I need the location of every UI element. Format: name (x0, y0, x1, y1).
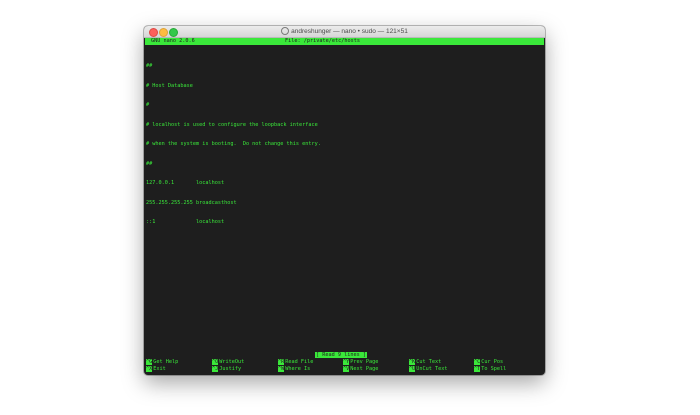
nano-header-bar: GNU nano 2.0.6 File: /private/etc/hosts (145, 38, 544, 45)
shortcut-label: Prev Page (350, 359, 379, 365)
window-title: andreshunger — nano • sudo — 121×51 (291, 28, 408, 35)
home-folder-icon (281, 26, 290, 35)
shortcut-label: Where Is (285, 365, 311, 372)
shortcut-label: To Spell (481, 365, 507, 372)
shortcut-key: ^K (409, 359, 416, 365)
shortcut-key: ^O (212, 359, 219, 365)
shortcut-label: WriteOut (219, 359, 245, 365)
shortcut-label: Cut Text (416, 359, 442, 365)
shortcut-key: ^X (146, 365, 153, 372)
shortcut-bar: ^GGet Help ^OWriteOut ^RRead File ^YPrev… (145, 359, 545, 373)
shortcut-exit[interactable]: ^XExit (146, 365, 166, 373)
shortcut-label: Get Help (153, 359, 179, 365)
text-line[interactable]: # localhost is used to configure the loo… (146, 122, 321, 129)
nano-version: GNU nano 2.0.6 (151, 38, 195, 44)
shortcut-justify[interactable]: ^JJustify (212, 365, 242, 373)
shortcut-where-is[interactable]: ^WWhere Is (278, 365, 311, 373)
shortcut-label: Cur Pos (481, 359, 504, 365)
nano-file-name: File: /private/etc/hosts (285, 38, 360, 44)
text-line[interactable]: # (146, 102, 321, 109)
text-line[interactable]: 127.0.0.1 localhost (146, 180, 321, 187)
shortcut-label: Exit (153, 365, 166, 372)
shortcut-key: ^T (474, 365, 481, 372)
text-line[interactable]: # Host Database (146, 83, 321, 90)
shortcut-to-spell[interactable]: ^TTo Spell (474, 365, 507, 373)
shortcut-key: ^W (278, 365, 285, 372)
shortcut-key: ^G (146, 359, 153, 365)
shortcut-label: Justify (219, 365, 242, 372)
title-bar[interactable]: andreshunger — nano • sudo — 121×51 (144, 26, 545, 38)
text-line[interactable]: # when the system is booting. Do not cha… (146, 141, 321, 148)
shortcut-label: Next Page (350, 365, 379, 372)
shortcut-next-page[interactable]: ^VNext Page (343, 365, 379, 373)
text-line[interactable]: ## (146, 63, 321, 70)
shortcut-key: ^R (278, 359, 285, 365)
shortcut-key: ^U (409, 365, 416, 372)
shortcut-label: Read File (285, 359, 314, 365)
window-title-area: andreshunger — nano • sudo — 121×51 (144, 26, 545, 37)
text-line[interactable]: ## (146, 161, 321, 168)
editor-text[interactable]: ## # Host Database # # localhost is used… (146, 50, 321, 239)
terminal-window[interactable]: andreshunger — nano • sudo — 121×51 GNU … (144, 26, 545, 375)
shortcut-key: ^C (474, 359, 481, 365)
shortcut-label: UnCut Text (416, 365, 448, 372)
status-message: [ Read 9 lines ] (315, 352, 367, 358)
shortcut-key: ^J (212, 365, 219, 372)
shortcut-key: ^V (343, 365, 350, 372)
shortcut-key: ^Y (343, 359, 350, 365)
text-line[interactable]: 255.255.255.255 broadcasthost (146, 200, 321, 207)
terminal-content[interactable]: GNU nano 2.0.6 File: /private/etc/hosts … (144, 38, 545, 375)
text-line[interactable]: ::1 localhost (146, 219, 321, 226)
shortcut-uncut-text[interactable]: ^UUnCut Text (409, 365, 448, 373)
